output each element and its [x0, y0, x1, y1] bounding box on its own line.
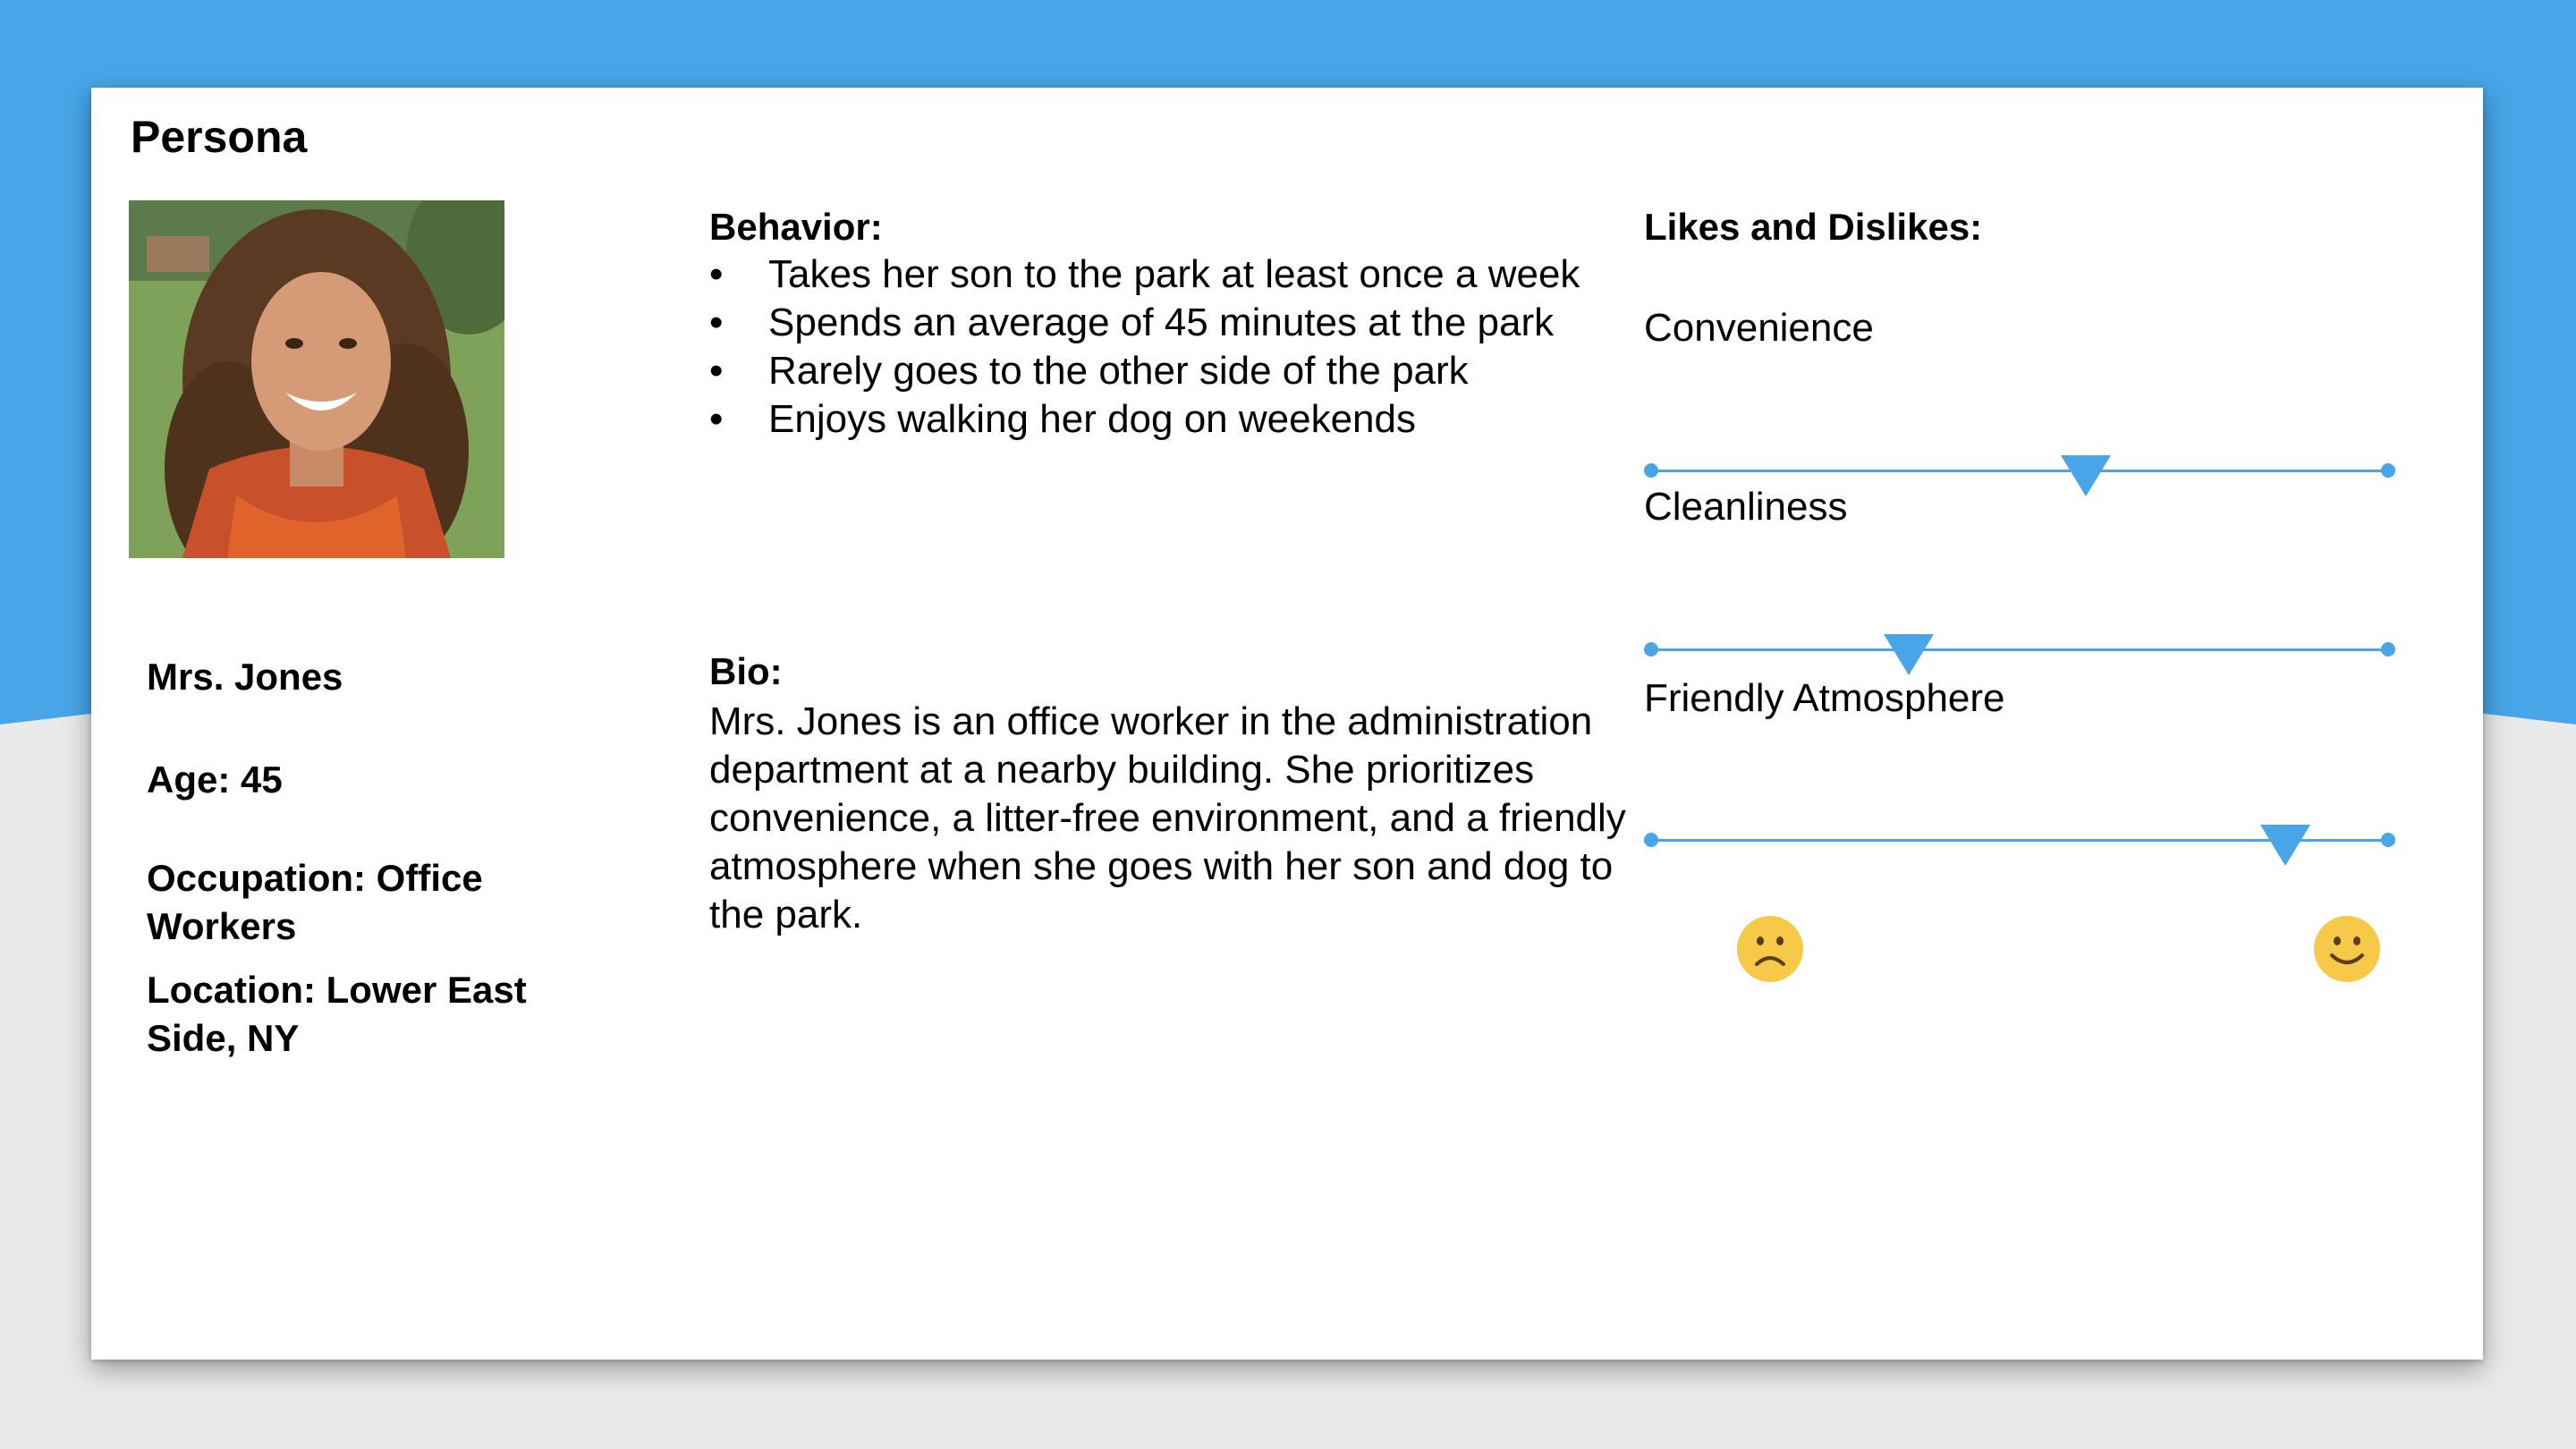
scale-label-cleanliness: Cleanliness	[1644, 485, 1848, 529]
persona-photo	[129, 200, 504, 558]
sad-face-icon	[1735, 914, 1805, 984]
persona-location: Location: Lower East Side, NY	[147, 969, 527, 1059]
persona-age: Age: 45	[147, 758, 283, 801]
slider-max-dot	[2381, 642, 2395, 657]
slider-max-dot	[2381, 833, 2395, 847]
slider-handle[interactable]	[1884, 634, 1935, 675]
persona-occupation: Occupation: Office Workers	[147, 857, 483, 947]
scale-label-friendly-atmosphere: Friendly Atmosphere	[1644, 676, 2005, 720]
slider-track	[1651, 648, 2388, 651]
behavior-list: • Takes her son to the park at least once…	[709, 250, 1648, 444]
bullet: •	[709, 252, 724, 296]
bio-title: Bio:	[709, 650, 783, 692]
behavior-item: • Takes her son to the park at least once…	[709, 250, 1648, 299]
persona-name: Mrs. Jones	[147, 656, 343, 698]
page-title: Persona	[131, 112, 308, 162]
behavior-title: Behavior:	[709, 206, 883, 248]
bullet: •	[709, 397, 724, 441]
behavior-item: • Enjoys walking her dog on weekends	[709, 395, 1648, 444]
bullet: •	[709, 349, 724, 393]
slider-min-dot	[1644, 642, 1658, 657]
slider-handle[interactable]	[2061, 455, 2112, 496]
slider-min-dot	[1644, 833, 1658, 847]
behavior-item-text: Spends an average of 45 minutes at the p…	[768, 301, 1555, 344]
behavior-item: • Rarely goes to the other side of the pa…	[709, 347, 1648, 395]
slider-track	[1651, 470, 2388, 472]
slider-max-dot	[2381, 463, 2395, 478]
behavior-item-text: Takes her son to the park at least once …	[768, 252, 1580, 296]
behavior-item: • Spends an average of 45 minutes at the …	[709, 299, 1648, 347]
bullet: •	[709, 301, 724, 344]
slider-handle[interactable]	[2259, 825, 2310, 866]
slider-min-dot	[1644, 463, 1658, 478]
happy-face-icon	[2312, 914, 2382, 984]
bio-text: Mrs. Jones is an office worker in the ad…	[709, 699, 1626, 936]
behavior-item-text: Enjoys walking her dog on weekends	[768, 397, 1417, 441]
scale-label-convenience: Convenience	[1644, 306, 1874, 350]
behavior-item-text: Rarely goes to the other side of the par…	[768, 349, 1469, 393]
cleanliness-slider[interactable]	[1644, 623, 2395, 677]
likes-dislikes-title: Likes and Dislikes:	[1644, 206, 1983, 248]
friendly-atmosphere-slider[interactable]	[1644, 814, 2395, 868]
